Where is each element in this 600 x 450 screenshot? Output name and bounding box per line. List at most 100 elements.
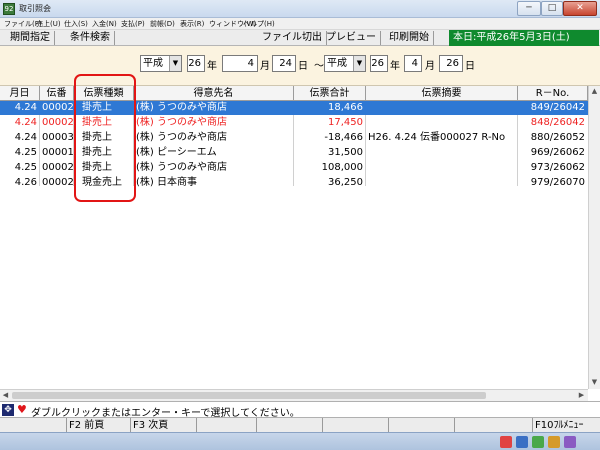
- minimize-button[interactable]: ─: [517, 1, 541, 16]
- today-date: 本日:平成26年5月3日(土): [449, 30, 599, 46]
- menu-ledger[interactable]: 前帳(D): [150, 19, 175, 29]
- heart-icon: ♥: [17, 403, 27, 416]
- scroll-down-icon[interactable]: ▼: [589, 377, 600, 388]
- period-button[interactable]: 期間指定: [6, 31, 55, 45]
- col-slip-no[interactable]: 伝番: [40, 86, 74, 101]
- f3-next-page-button[interactable]: F3 次頁: [130, 418, 196, 433]
- col-date[interactable]: 月日: [0, 86, 40, 101]
- month-from-input[interactable]: 4: [222, 55, 258, 72]
- app-icon: 92: [3, 3, 15, 15]
- tray-icon[interactable]: [532, 436, 544, 448]
- cell-total: 108,000: [321, 162, 363, 173]
- menu-help[interactable]: ヘルプ(H): [243, 19, 275, 29]
- close-button[interactable]: ✕: [563, 1, 597, 16]
- cell-total: 18,466: [328, 102, 363, 113]
- month-label: 月: [425, 61, 435, 72]
- cell-date: 4.24: [14, 117, 37, 128]
- col-total[interactable]: 伝票合計: [294, 86, 366, 101]
- condition-search-button[interactable]: 条件検索: [66, 31, 115, 45]
- horizontal-scrollbar[interactable]: ◀ ▶: [0, 389, 588, 401]
- cell-slip-no: 000020: [42, 162, 74, 173]
- cell-customer: (株) うつのみや商店: [136, 102, 227, 113]
- menu-purchase[interactable]: 仕入(S): [64, 19, 88, 29]
- col-customer[interactable]: 得意先名: [134, 86, 294, 101]
- scroll-up-icon[interactable]: ▲: [589, 86, 600, 97]
- cell-date: 4.24: [14, 132, 37, 143]
- f2-prev-page-button[interactable]: F2 前頁: [66, 418, 130, 433]
- horizontal-scroll-thumb[interactable]: [12, 392, 486, 399]
- f4-key-button[interactable]: [196, 418, 256, 433]
- year-from-input[interactable]: 26: [187, 55, 205, 72]
- cell-total: -18,466: [324, 132, 363, 143]
- cell-rno: 973/26062: [530, 162, 585, 173]
- cell-rno: 848/26042: [530, 117, 585, 128]
- taskbar: [0, 432, 600, 450]
- day-to-input[interactable]: 26: [439, 55, 463, 72]
- col-rno[interactable]: R－No.: [518, 86, 588, 101]
- title-bar: 92 取引照会 ─ □ ✕: [0, 0, 600, 18]
- tray-icon[interactable]: [564, 436, 576, 448]
- cell-total: 17,450: [328, 117, 363, 128]
- month-to-input[interactable]: 4: [404, 55, 422, 72]
- menu-view[interactable]: 表示(R): [180, 19, 204, 29]
- cell-slip-no: 000023: [42, 177, 74, 188]
- tray-icon[interactable]: [516, 436, 528, 448]
- menu-payment[interactable]: 支払(P): [121, 19, 145, 29]
- f8-key-button[interactable]: [454, 418, 532, 433]
- print-button[interactable]: 印刷開始: [385, 31, 434, 45]
- year-label: 年: [390, 61, 400, 72]
- cell-rno: 979/26070: [530, 177, 585, 188]
- col-memo[interactable]: 伝票摘要: [366, 86, 518, 101]
- cell-date: 4.25: [14, 162, 37, 173]
- cell-memo: [366, 116, 518, 130]
- slip-type-highlight-annotation: [74, 74, 136, 202]
- day-label: 日: [298, 61, 308, 72]
- era-from-select[interactable]: 平成 ▼: [140, 55, 182, 72]
- menu-sales[interactable]: 売上(U): [36, 19, 61, 29]
- cell-customer: (株) うつのみや商店: [136, 162, 227, 173]
- cell-customer: (株) うつのみや商店: [136, 117, 227, 128]
- cell-customer: (株) うつのみや商店: [136, 132, 227, 143]
- scroll-right-icon[interactable]: ▶: [576, 390, 587, 401]
- cell-memo: H26. 4.24 伝番000027 R-No: [368, 132, 506, 143]
- range-tilde: ～: [314, 61, 324, 72]
- menu-receipt[interactable]: 入金(N): [92, 19, 117, 29]
- era-to-value: 平成: [327, 58, 347, 69]
- cell-slip-no: 000016: [42, 147, 74, 158]
- tray-icon[interactable]: [548, 436, 560, 448]
- month-label: 月: [260, 61, 270, 72]
- menu-bar: ファイル(F) 売上(U) 仕入(S) 入金(N) 支払(P) 前帳(D) 表示…: [0, 18, 600, 30]
- file-export-button[interactable]: ファイル切出: [258, 31, 327, 45]
- era-from-value: 平成: [143, 58, 163, 69]
- function-key-bar: F2 前頁 F3 次頁 F10ﾌﾙﾒﾆｭｰ: [0, 417, 600, 433]
- cell-memo: [366, 146, 518, 160]
- cell-date: 4.25: [14, 147, 37, 158]
- cell-memo: [366, 161, 518, 175]
- vertical-scrollbar[interactable]: ▲ ▼: [588, 86, 600, 389]
- cell-total: 36,250: [328, 177, 363, 188]
- cell-rno: 849/26042: [530, 102, 585, 113]
- cell-date: 4.26: [14, 177, 37, 188]
- cell-customer: (株) ピーシーエム: [136, 147, 217, 158]
- era-to-select[interactable]: 平成 ▼: [324, 55, 366, 72]
- f10-full-menu-button[interactable]: F10ﾌﾙﾒﾆｭｰ: [532, 418, 600, 433]
- preview-button[interactable]: プレビュー: [322, 31, 381, 45]
- status-bar: ✥ ♥ ダブルクリックまたはエンター・キーで選択してください。: [0, 401, 600, 419]
- maximize-button[interactable]: □: [541, 1, 563, 16]
- year-to-input[interactable]: 26: [370, 55, 388, 72]
- year-label: 年: [207, 61, 217, 72]
- day-from-input[interactable]: 24: [272, 55, 296, 72]
- navigation-icon: ✥: [2, 404, 14, 416]
- cell-date: 4.24: [14, 102, 37, 113]
- cell-slip-no: 000034: [42, 132, 74, 143]
- f7-key-button[interactable]: [388, 418, 454, 433]
- window-title: 取引照会: [19, 4, 51, 13]
- scroll-left-icon[interactable]: ◀: [0, 390, 11, 401]
- day-label: 日: [465, 61, 475, 72]
- tray-icon[interactable]: [500, 436, 512, 448]
- f6-key-button[interactable]: [322, 418, 388, 433]
- cell-total: 31,500: [328, 147, 363, 158]
- cell-rno: 880/26052: [530, 132, 585, 143]
- f5-key-button[interactable]: [256, 418, 322, 433]
- cell-memo: [366, 101, 518, 115]
